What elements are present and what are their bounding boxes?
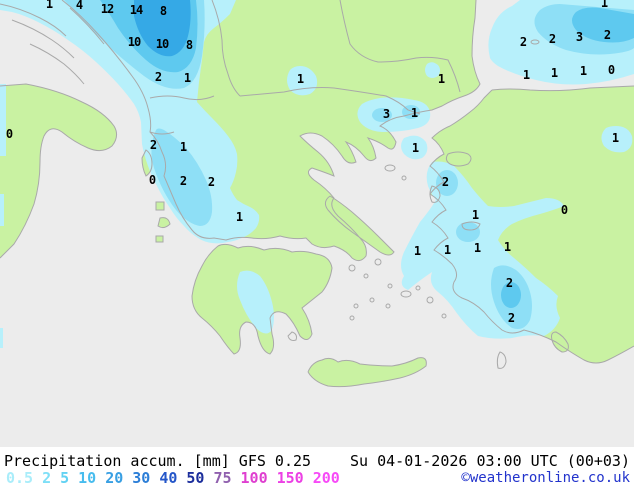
color-scale: 0.5 2 5 10 20 30 40 50 75 100 150 200: [6, 469, 349, 487]
scale-value: 50: [186, 469, 205, 487]
scale-value: 100: [240, 469, 268, 487]
forecast-datetime: Su 04-01-2026 03:00 UTC (00+03): [350, 452, 630, 470]
scale-value: 2: [42, 469, 52, 487]
scale-value: 20: [105, 469, 124, 487]
scale-value: 40: [159, 469, 178, 487]
scale-value: 10: [78, 469, 97, 487]
legend-bar: Precipitation accum. [mm] GFS 0.25 Su 04…: [0, 447, 634, 490]
scale-value: 75: [213, 469, 232, 487]
copyright-watermark: ©weatheronline.co.uk: [461, 470, 630, 486]
scale-value: 5: [60, 469, 70, 487]
precipitation-map: 1 4 12 14 8 10 10 8 2 1 0 1 2 1 0 2 2 1 3 1 1 2 1 1 2 2 3 2 1 1 1 0 1 0 1 1…: [0, 0, 634, 447]
weather-map-screenshot: 1 4 12 14 8 10 10 8 2 1 0 1 2 1 0 2 2 1 3 1 1 2 1 1 2 2 3 2 1 1 1 0 1 0 1 1…: [0, 0, 634, 490]
map-title: Precipitation accum. [mm] GFS 0.25: [4, 452, 312, 470]
scale-value: 200: [312, 469, 340, 487]
scale-value: 150: [276, 469, 304, 487]
scale-value: 0.5: [6, 469, 34, 487]
scale-value: 30: [132, 469, 151, 487]
